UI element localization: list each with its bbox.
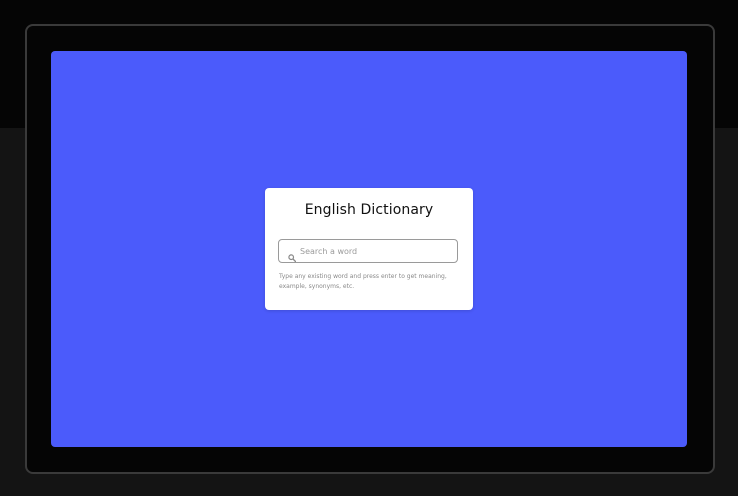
dictionary-card: English Dictionary Type any existing wor… bbox=[265, 188, 473, 310]
app-title: English Dictionary bbox=[304, 202, 434, 218]
search-input[interactable] bbox=[300, 242, 454, 260]
search-icon bbox=[288, 247, 297, 263]
instruction-text: Type any existing word and press enter t… bbox=[279, 273, 447, 290]
search-field[interactable] bbox=[278, 239, 458, 263]
